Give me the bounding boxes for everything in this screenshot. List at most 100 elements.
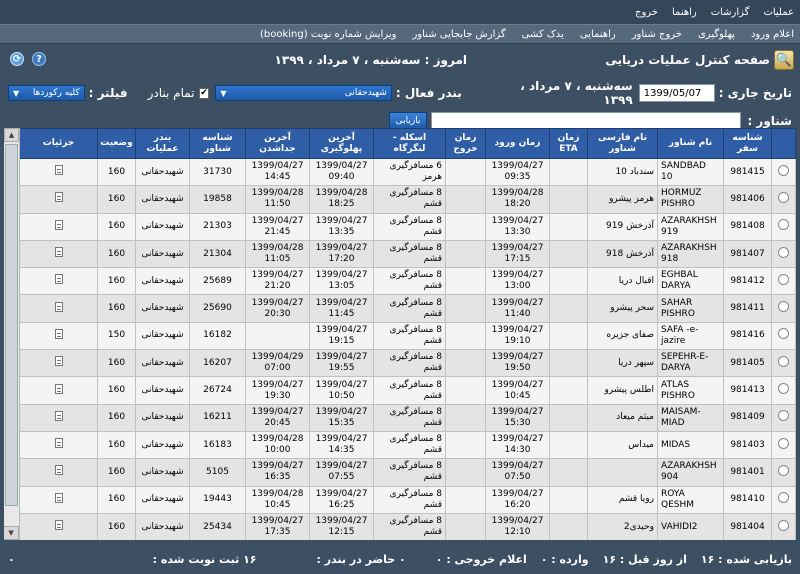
cell-0: 981409 bbox=[723, 403, 772, 432]
submenu-item-4[interactable]: یدک کشی bbox=[522, 29, 564, 40]
column-header-7[interactable]: اسکله - لنگرگاه bbox=[373, 128, 446, 159]
row-radio[interactable] bbox=[778, 246, 789, 258]
column-header-0[interactable] bbox=[771, 128, 796, 159]
row-radio[interactable] bbox=[778, 301, 789, 313]
table-row[interactable]: 981408 AZARAKHSH 919 آذرخش 919 1399/04/27 1… bbox=[19, 212, 796, 241]
table-row[interactable]: 981411 SAHAR PISHRO سحر پیشرو 1399/04/27 11… bbox=[19, 294, 796, 323]
row-radio[interactable] bbox=[778, 492, 789, 504]
details-document-icon[interactable] bbox=[54, 438, 63, 449]
submenu-item-5[interactable]: گزارش جابجایی شناور bbox=[412, 29, 505, 40]
row-select-cell bbox=[771, 458, 796, 487]
cell-9: 31730 bbox=[189, 157, 246, 187]
details-cell bbox=[19, 157, 98, 187]
row-radio[interactable] bbox=[778, 519, 789, 531]
column-header-2[interactable]: نام شناور bbox=[657, 128, 724, 159]
help-icon[interactable]: ? bbox=[32, 52, 46, 66]
table-row[interactable]: 981403 MIDAS میداس 1399/04/27 14:30 8 مسافرگ… bbox=[19, 430, 796, 460]
row-radio[interactable] bbox=[778, 219, 789, 231]
date-label: تاریخ جاری : bbox=[718, 86, 792, 100]
column-header-6[interactable]: زمان خروج bbox=[445, 128, 486, 159]
details-document-icon[interactable] bbox=[54, 520, 63, 530]
column-header-12[interactable]: وضعیت bbox=[97, 128, 136, 159]
menu-item-1[interactable]: گزارشات bbox=[711, 7, 750, 18]
table-row[interactable]: 981413 ATLAS PISHRO اطلس پیشرو 1399/04/27 1… bbox=[19, 376, 796, 405]
cell-10: شهیدحقانی bbox=[135, 185, 190, 214]
details-document-icon[interactable] bbox=[54, 274, 63, 285]
row-radio[interactable] bbox=[778, 437, 789, 449]
submenu-item-6[interactable]: ویرایش شماره نوبت (booking) bbox=[260, 29, 396, 40]
scroll-up-icon[interactable]: ▲ bbox=[4, 128, 19, 142]
cell-7: 1399/04/27 07:55 bbox=[309, 458, 374, 487]
details-document-icon[interactable] bbox=[54, 165, 63, 176]
details-document-icon[interactable] bbox=[54, 410, 63, 421]
filter-select[interactable]: کلیه رکوردها ▼ bbox=[8, 85, 85, 101]
row-radio[interactable] bbox=[778, 191, 789, 203]
column-header-4[interactable]: زمان ETA bbox=[549, 128, 588, 159]
submenu-item-1[interactable]: پهلوگیری bbox=[698, 29, 735, 40]
table-row[interactable]: 981407 AZARAKHSH 918 آذرخش 918 1399/04/27 1… bbox=[19, 239, 796, 269]
table-row[interactable]: 981409 MAISAM-MIAD میثم میعاد 1399/04/27 15… bbox=[19, 403, 796, 432]
cell-0: 981413 bbox=[723, 376, 772, 405]
cell-7: 1399/04/27 15:35 bbox=[309, 403, 374, 432]
menu-item-3[interactable]: خروج bbox=[635, 7, 658, 18]
details-document-icon[interactable] bbox=[54, 492, 63, 503]
details-document-icon[interactable] bbox=[54, 465, 63, 476]
cell-3 bbox=[549, 321, 588, 351]
details-document-icon[interactable] bbox=[54, 192, 63, 203]
date-input[interactable] bbox=[638, 84, 715, 102]
cell-10: شهیدحقانی bbox=[135, 403, 190, 432]
cell-11: 160 bbox=[97, 212, 136, 241]
row-radio[interactable] bbox=[778, 383, 789, 395]
row-select-cell bbox=[771, 212, 796, 241]
cell-3 bbox=[549, 403, 588, 432]
cell-8: 1399/04/28 10:45 bbox=[245, 485, 310, 514]
table-row[interactable]: 981404 VAHIDI2 وحیدی2 1399/04/27 12:10 8 مسا… bbox=[19, 512, 796, 540]
details-document-icon[interactable] bbox=[54, 328, 63, 339]
table-row[interactable]: 981401 AZARAKHSH 904 1399/04/27 07:50 8 مسا… bbox=[19, 458, 796, 487]
all-ports-checkbox[interactable]: ✔ bbox=[198, 87, 210, 99]
column-header-9[interactable]: آخرین جداشدن bbox=[245, 128, 310, 159]
cell-0: 981412 bbox=[723, 267, 772, 296]
status-bar: بازیابی شده : ۱۶ از روز قبل : ۱۶ وارده :… bbox=[0, 544, 800, 574]
row-radio[interactable] bbox=[778, 464, 789, 476]
cell-4: 1399/04/27 19:50 bbox=[485, 349, 550, 378]
table-row[interactable]: 981415 SANDBAD 10 سندباد 10 1399/04/27 09:3… bbox=[19, 157, 796, 187]
vessel-table: شناسه سفر نام شناور نام فارسی شناور زمان ET… bbox=[19, 128, 796, 540]
menu-item-2[interactable]: راهنما bbox=[672, 7, 697, 18]
row-radio[interactable] bbox=[778, 164, 789, 176]
port-select[interactable]: شهیدحقانی ▼ bbox=[215, 85, 392, 101]
column-header-13[interactable]: جزئیات bbox=[19, 128, 98, 159]
table-row[interactable]: 981416 SAFA -e-jazire صفای جزیره 1399/04/27… bbox=[19, 321, 796, 351]
details-document-icon[interactable] bbox=[54, 383, 63, 394]
submenu-item-2[interactable]: خروج شناور bbox=[632, 29, 682, 40]
cell-9: 16182 bbox=[189, 321, 246, 351]
row-radio[interactable] bbox=[778, 273, 789, 285]
table-row[interactable]: 981405 SEPEHR-E-DARYA سپهر دریا 1399/04/27 … bbox=[19, 349, 796, 378]
row-radio[interactable] bbox=[778, 410, 789, 422]
cell-3 bbox=[549, 485, 588, 514]
details-document-icon[interactable] bbox=[54, 356, 63, 367]
vertical-scrollbar[interactable]: ▲ ▼ bbox=[4, 128, 20, 540]
row-radio[interactable] bbox=[778, 355, 789, 367]
details-document-icon[interactable] bbox=[54, 219, 63, 230]
table-row[interactable]: 981406 HORMUZ PISHRO هرمز پیشرو 1399/04/28 … bbox=[19, 185, 796, 214]
details-document-icon[interactable] bbox=[54, 301, 63, 312]
details-document-icon[interactable] bbox=[54, 247, 63, 258]
column-header-10[interactable]: شناسه شناور bbox=[189, 128, 246, 159]
column-header-1[interactable]: شناسه سفر bbox=[723, 128, 772, 159]
row-radio[interactable] bbox=[778, 328, 789, 340]
scroll-thumb[interactable] bbox=[5, 144, 18, 506]
cell-6: 8 مسافرگیری قشم bbox=[373, 430, 446, 460]
column-header-11[interactable]: بندر عملیات bbox=[135, 128, 190, 159]
column-header-8[interactable]: آخرین پهلوگیری bbox=[309, 128, 374, 159]
column-header-3[interactable]: نام فارسی شناور bbox=[587, 128, 658, 159]
table-row[interactable]: 981412 EGHBAL DARYA اقبال دریا 1399/04/27 1… bbox=[19, 267, 796, 296]
cell-5 bbox=[445, 267, 486, 296]
menu-item-0[interactable]: عملیات bbox=[763, 7, 794, 18]
submenu-item-3[interactable]: راهنمایی bbox=[580, 29, 616, 40]
column-header-5[interactable]: زمان ورود bbox=[485, 128, 550, 159]
network-icon[interactable]: ⟳ bbox=[10, 52, 24, 66]
table-row[interactable]: 981410 ROYA QESHM رویا قشم 1399/04/27 16:20… bbox=[19, 485, 796, 514]
submenu-item-0[interactable]: اعلام ورود bbox=[751, 29, 794, 40]
scroll-down-icon[interactable]: ▼ bbox=[4, 526, 19, 540]
